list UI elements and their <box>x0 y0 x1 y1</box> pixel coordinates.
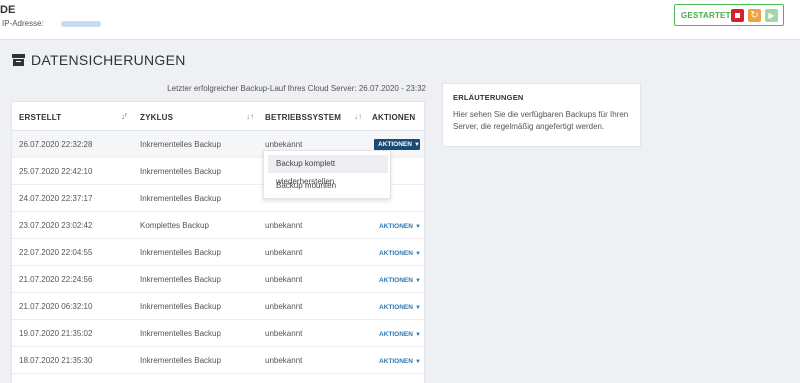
cell-cycle: Inkrementelles Backup <box>140 302 221 311</box>
chevron-down-icon: ▼ <box>414 278 421 284</box>
top-bar: DE IP-Adresse: GESTARTET ↻ ▶ <box>0 0 800 40</box>
table-row <box>12 374 424 383</box>
cell-cycle: Inkrementelles Backup <box>140 248 221 257</box>
column-header-cycle[interactable]: ZYKLUS <box>140 113 173 122</box>
explanation-panel: ERLÄUTERUNGEN Hier sehen Sie die verfügb… <box>442 83 641 147</box>
cell-cycle: Inkrementelles Backup <box>140 194 221 203</box>
table-row: 21.07.2020 22:24:56 Inkrementelles Backu… <box>12 266 424 293</box>
page-title: DATENSICHERUNGEN <box>31 52 186 68</box>
server-name: DE <box>0 4 16 16</box>
explanation-title: ERLÄUTERUNGEN <box>453 93 524 102</box>
cell-cycle: Komplettes Backup <box>140 221 209 230</box>
actions-button[interactable]: AKTIONEN ▼ <box>374 355 421 366</box>
cell-os: unbekannt <box>265 140 303 149</box>
chevron-down-icon: ▼ <box>414 359 421 365</box>
chevron-down-icon: ▼ <box>414 224 421 230</box>
cell-os: unbekannt <box>265 275 303 284</box>
cell-created: 21.07.2020 06:32:10 <box>19 302 93 311</box>
actions-button[interactable]: AKTIONEN ▼ <box>374 301 421 312</box>
column-header-os[interactable]: BETRIEBSSYSTEM <box>265 113 341 122</box>
cell-os: unbekannt <box>265 329 303 338</box>
restart-icon[interactable]: ↻ <box>748 9 761 22</box>
table-row: 18.07.2020 21:35:30 Inkrementelles Backu… <box>12 347 424 374</box>
chevron-down-icon: ▼ <box>413 142 420 148</box>
cell-cycle: Inkrementelles Backup <box>140 356 221 365</box>
ip-address-label: IP-Adresse: <box>2 19 44 28</box>
cell-created: 21.07.2020 22:24:56 <box>19 275 93 284</box>
page-title-row: DATENSICHERUNGEN <box>12 51 186 69</box>
explanation-text: Hier sehen Sie die verfügbaren Backups f… <box>453 110 629 131</box>
chevron-down-icon: ▼ <box>414 305 421 311</box>
backups-table: ERSTELLT ↓ᶠ ZYKLUS ↓↑ BETRIEBSSYSTEM ↓↑ … <box>11 101 425 383</box>
cell-created: 25.07.2020 22:42:10 <box>19 167 93 176</box>
cell-created: 23.07.2020 23:02:42 <box>19 221 93 230</box>
table-row: 19.07.2020 21:35:02 Inkrementelles Backu… <box>12 320 424 347</box>
cell-os: unbekannt <box>265 221 303 230</box>
cell-cycle: Inkrementelles Backup <box>140 167 221 176</box>
column-header-created[interactable]: ERSTELLT <box>19 113 61 122</box>
cell-created: 22.07.2020 22:04:55 <box>19 248 93 257</box>
actions-button[interactable]: AKTIONEN ▼ <box>374 139 420 150</box>
cell-cycle: Inkrementelles Backup <box>140 140 221 149</box>
cell-os: unbekannt <box>265 302 303 311</box>
actions-button[interactable]: AKTIONEN ▼ <box>374 274 421 285</box>
actions-button[interactable]: AKTIONEN ▼ <box>374 328 421 339</box>
column-header-actions: AKTIONEN <box>372 113 416 122</box>
cell-created: 26.07.2020 22:32:28 <box>19 140 93 149</box>
play-icon[interactable]: ▶ <box>765 9 778 22</box>
cell-os: unbekannt <box>265 356 303 365</box>
table-row: 21.07.2020 06:32:10 Inkrementelles Backu… <box>12 293 424 320</box>
table-row: 22.07.2020 22:04:55 Inkrementelles Backu… <box>12 239 424 266</box>
cell-created: 24.07.2020 22:37:17 <box>19 194 93 203</box>
sort-icon[interactable]: ↓↑ <box>246 112 254 121</box>
cell-created: 19.07.2020 21:35:02 <box>19 329 93 338</box>
cell-created: 18.07.2020 21:35:30 <box>19 356 93 365</box>
chevron-down-icon: ▼ <box>414 332 421 338</box>
archive-icon <box>12 54 25 66</box>
cell-cycle: Inkrementelles Backup <box>140 275 221 284</box>
table-header: ERSTELLT ↓ᶠ ZYKLUS ↓↑ BETRIEBSSYSTEM ↓↑ … <box>12 102 424 131</box>
sort-icon[interactable]: ↓↑ <box>354 112 362 121</box>
ip-address-value <box>61 21 101 27</box>
chevron-down-icon: ▼ <box>414 251 421 257</box>
actions-dropdown-menu: Backup komplett wiederherstellen Backup … <box>263 150 391 199</box>
stop-icon[interactable] <box>731 9 744 22</box>
cell-os: unbekannt <box>265 248 303 257</box>
actions-button[interactable]: AKTIONEN ▼ <box>374 220 421 231</box>
menu-item-restore-backup[interactable]: Backup komplett wiederherstellen <box>268 155 388 186</box>
status-badge: GESTARTET <box>681 11 731 20</box>
table-row: 23.07.2020 23:02:42 Komplettes Backup un… <box>12 212 424 239</box>
sort-desc-icon[interactable]: ↓ᶠ <box>121 112 127 121</box>
server-status-panel: GESTARTET ↻ ▶ <box>674 4 784 26</box>
last-backup-info: Letzter erfolgreicher Backup-Lauf Ihres … <box>167 84 426 93</box>
menu-item-mount-backup[interactable]: Backup mounten <box>268 177 388 195</box>
cell-cycle: Inkrementelles Backup <box>140 329 221 338</box>
actions-button[interactable]: AKTIONEN ▼ <box>374 247 421 258</box>
